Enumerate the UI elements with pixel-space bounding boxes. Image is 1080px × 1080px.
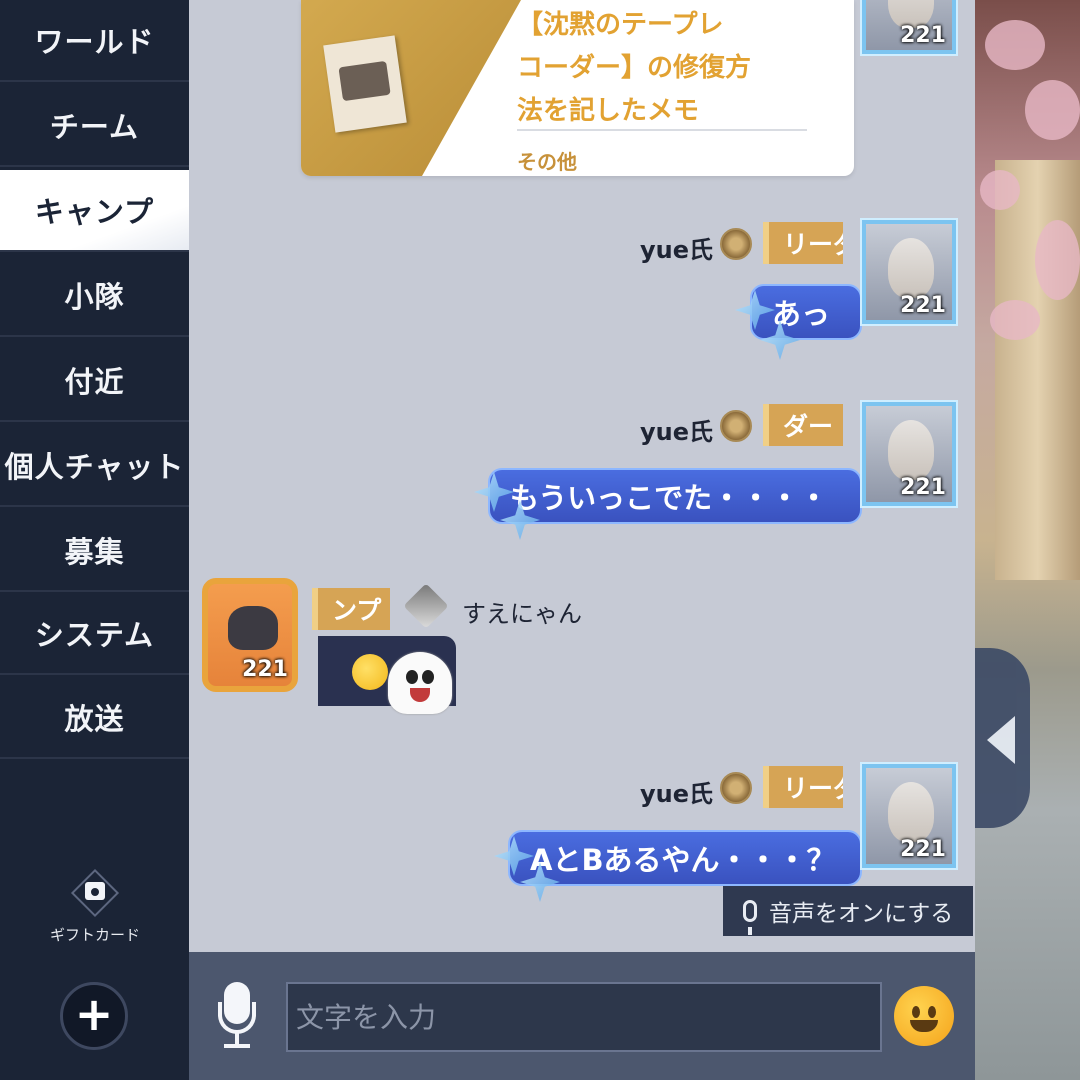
avatar-level: 221 <box>242 657 288 682</box>
tab-system[interactable]: システム <box>0 593 189 675</box>
item-image <box>301 0 521 176</box>
sender-name[interactable]: yue氏 <box>640 774 713 809</box>
avatar-level: 221 <box>900 475 946 500</box>
role-tag: ダー <box>763 404 843 446</box>
gift-card-icon <box>70 868 120 918</box>
tab-nearby[interactable]: 付近 <box>0 340 189 422</box>
ghost-sticker-icon <box>388 652 452 714</box>
tab-private-chat[interactable]: 個人チャット <box>0 425 189 507</box>
sender-name[interactable]: すえにゃん <box>462 594 582 629</box>
avatar[interactable]: 221 <box>862 0 956 54</box>
chat-text-input[interactable] <box>286 982 882 1052</box>
item-share-card[interactable]: 【沈黙のテープレ コーダー】の修復方 法を記したメモ その他 <box>301 0 854 176</box>
avatar-level: 221 <box>900 837 946 862</box>
gift-card-button[interactable]: ギフトカード <box>30 868 160 950</box>
voice-input-button[interactable] <box>216 982 258 1050</box>
tab-camp[interactable]: キャンプ <box>0 170 189 252</box>
avatar[interactable]: 221 <box>202 578 298 692</box>
microphone-icon <box>743 900 757 935</box>
avatar[interactable]: 221 <box>862 764 956 868</box>
add-button[interactable]: + <box>60 982 128 1050</box>
item-category: その他 <box>517 150 577 174</box>
emoji-icon <box>352 654 388 690</box>
avatar-level: 221 <box>900 293 946 318</box>
avatar-level: 221 <box>900 23 946 48</box>
rank-badge-icon <box>720 772 752 804</box>
tab-team[interactable]: チーム <box>0 85 189 167</box>
role-tag: リーダ <box>763 222 843 264</box>
rank-badge-icon <box>720 410 752 442</box>
gift-card-label: ギフトカード <box>49 926 140 944</box>
plus-icon: + <box>74 987 114 1041</box>
tab-recruit[interactable]: 募集 <box>0 510 189 592</box>
avatar[interactable]: 221 <box>862 402 956 506</box>
game-scenery <box>975 0 1080 1080</box>
tab-world[interactable]: ワールド <box>0 0 189 82</box>
voice-toggle-button[interactable]: 音声をオンにする <box>723 886 973 936</box>
emoji-picker-button[interactable] <box>894 986 954 1046</box>
collapse-chat-button[interactable] <box>975 648 1030 828</box>
role-tag: リーダ <box>763 766 843 808</box>
sender-name[interactable]: yue氏 <box>640 230 713 265</box>
message-bubble[interactable]: もういっこでた・・・・ <box>488 468 862 524</box>
item-title: 【沈黙のテープレ コーダー】の修復方 法を記したメモ <box>517 10 752 126</box>
channel-sidebar: ワールド チーム キャンプ 小隊 付近 個人チャット 募集 システム 放送 ギフ… <box>0 0 189 1080</box>
rank-badge-icon <box>720 228 752 260</box>
avatar[interactable]: 221 <box>862 220 956 324</box>
tab-broadcast[interactable]: 放送 <box>0 677 189 759</box>
message-bubble[interactable]: AとBあるやん・・・？ <box>508 830 862 886</box>
arrow-left-icon <box>987 716 1015 764</box>
role-tag: ンプ <box>312 588 390 630</box>
voice-toggle-label: 音声をオンにする <box>769 901 954 927</box>
tab-squad[interactable]: 小隊 <box>0 255 189 337</box>
sender-name[interactable]: yue氏 <box>640 412 713 447</box>
